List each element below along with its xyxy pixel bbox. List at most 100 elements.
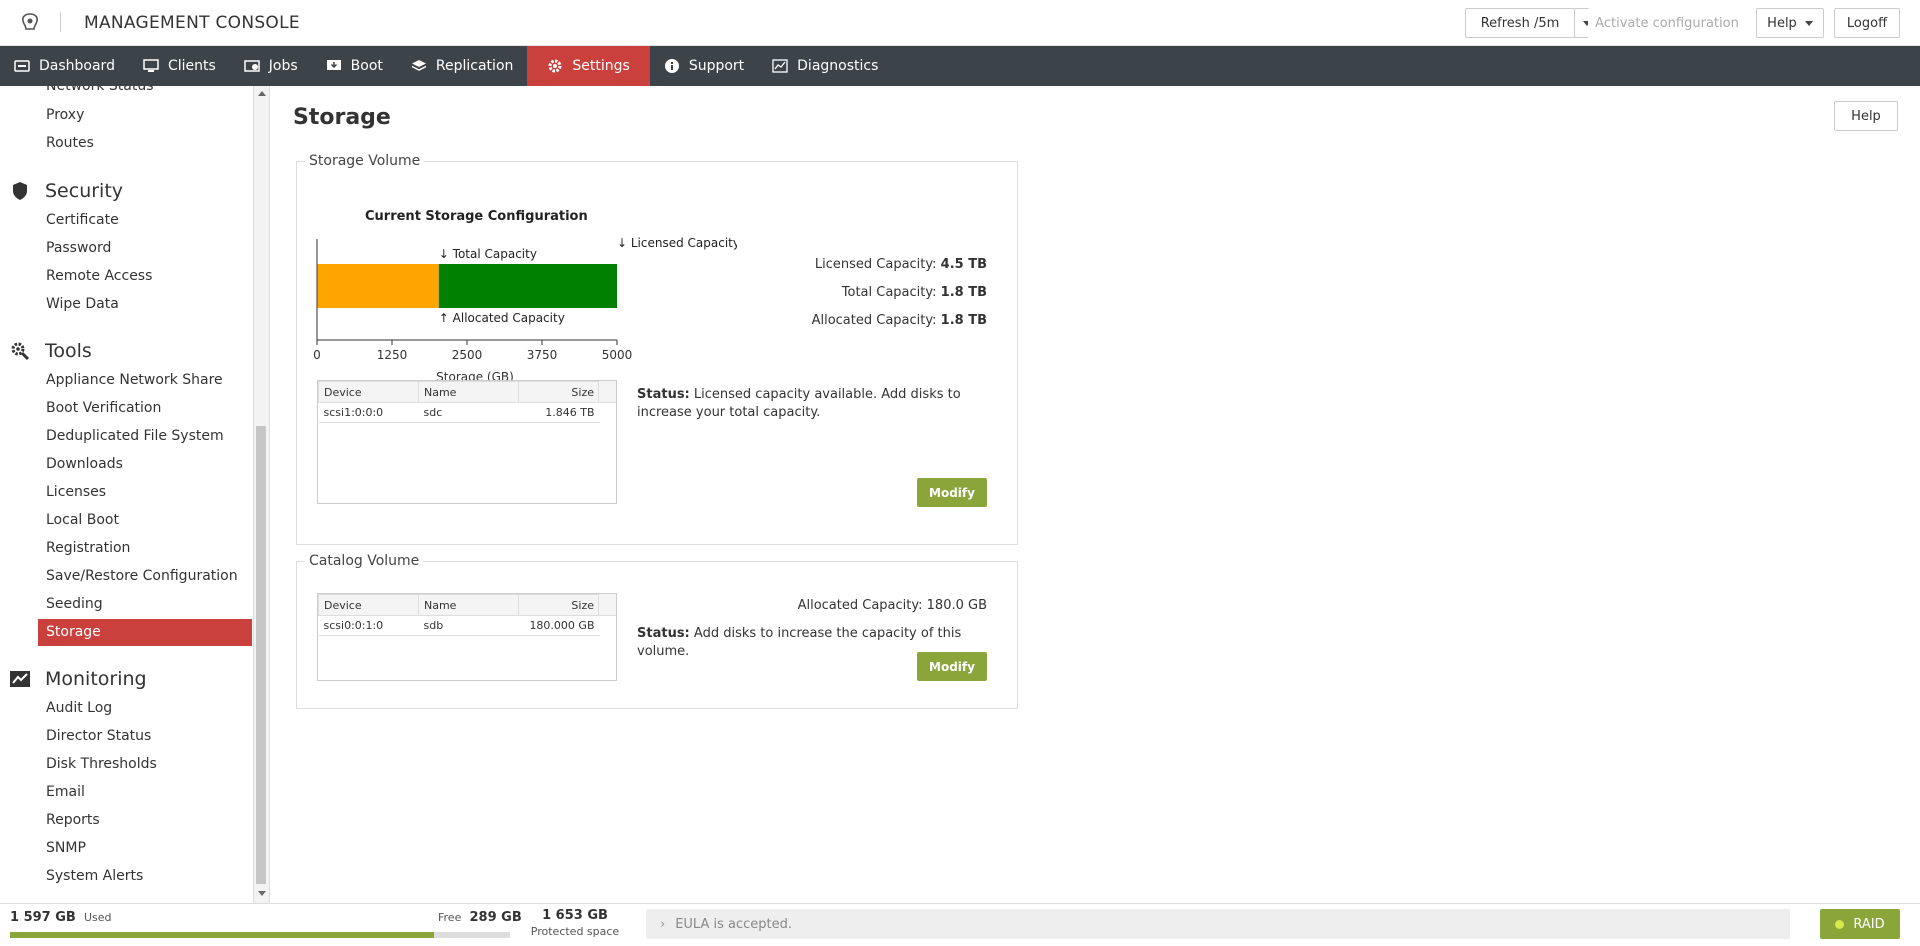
x-tick-label: 3750 [527,348,558,362]
sidebar-item-wipe-data[interactable]: Wipe Data [38,291,252,318]
sidebar-scrollbar[interactable] [253,86,269,903]
page-help-button[interactable]: Help [1834,101,1898,131]
licensed-capacity-row: Licensed Capacity: 4.5 TB [814,257,987,272]
sidebar-item-deduplicated-file-system[interactable]: Deduplicated File System [38,423,252,450]
sidebar-group-monitoring: Monitoring [10,668,147,690]
x-tick-label: 1250 [377,348,408,362]
sidebar-item-snmp[interactable]: SNMP [38,835,252,862]
sidebar: Network Status Proxy Routes Security Cer… [0,86,270,903]
header-divider [60,12,61,32]
status-footer: 1 597 GB Used Free 289 GB 1 653 GB Prote… [0,903,1920,946]
refresh-label: Refresh /5m [1480,15,1560,31]
nav-diagnostics[interactable]: Diagnostics [758,46,892,86]
protected-space: 1 653 GB Protected space [530,908,620,938]
sidebar-item-licenses[interactable]: Licenses [38,479,252,506]
nav-settings[interactable]: Settings [527,46,650,86]
col-device[interactable]: Device [318,381,419,403]
x-tick-label: 0 [313,348,321,362]
sidebar-item-downloads[interactable]: Downloads [38,451,252,478]
catalog-allocated-row: Allocated Capacity: 180.0 GB [797,598,987,613]
sidebar-item-routes[interactable]: Routes [38,130,252,157]
table-header-filler [598,381,616,403]
eula-status-bar[interactable]: › EULA is accepted. [646,909,1790,939]
sidebar-scroll-thumb[interactable] [256,426,266,884]
info-icon [664,59,680,73]
tools-icon [10,341,30,361]
marker-total-capacity: ↓ Total Capacity [439,247,537,261]
sidebar-item-system-alerts[interactable]: System Alerts [38,863,252,890]
nav-boot[interactable]: Boot [312,46,397,86]
nav-jobs[interactable]: Jobs [230,46,312,86]
col-size[interactable]: Size [518,381,600,403]
sidebar-item-audit-log[interactable]: Audit Log [38,695,252,722]
sidebar-item-registration[interactable]: Registration [38,535,252,562]
table-header-filler [598,594,616,616]
storage-chart: 0 1250 2500 3750 5000Storage (GB)↓ Total Cap… [313,236,737,384]
main-content: Storage Help Storage Volume Current Stor… [271,86,1920,903]
sidebar-group-tools: Tools [10,340,92,362]
sidebar-item-remote-access[interactable]: Remote Access [38,263,252,290]
sidebar-item-seeding[interactable]: Seeding [38,591,252,618]
scroll-down-icon[interactable] [258,891,266,896]
sidebar-item-certificate[interactable]: Certificate [38,207,252,234]
sidebar-item-email[interactable]: Email [38,779,252,806]
storage-device-table: Device Name Size scsi1:0:0:0 sdc 1.846 T… [317,380,617,504]
table-row[interactable]: scsi1:0:0:0 sdc 1.846 TB [318,402,600,423]
sidebar-group-security: Security [10,180,123,202]
bar-allocated-capacity [317,264,439,308]
storage-status: Status: Licensed capacity available. Add… [637,387,961,420]
sidebar-item-proxy[interactable]: Proxy [38,102,252,129]
sidebar-item-storage[interactable]: Storage [38,619,252,646]
used-space: 1 597 GB Used [10,910,112,925]
total-capacity-row: Total Capacity: 1.8 TB [841,285,987,300]
usage-progress-fill [10,932,434,938]
chevron-down-icon [1804,20,1813,26]
jobs-icon [244,59,260,73]
app-header: MANAGEMENT CONSOLE Refresh /5m Activate … [0,0,1920,46]
table-row[interactable]: scsi0:0:1:0 sdb 180.000 GB [318,615,600,636]
activate-configuration-button[interactable]: Activate configuration [1588,8,1746,38]
header-help-button[interactable]: Help [1756,8,1824,38]
allocated-capacity-row: Allocated Capacity: 1.8 TB [811,313,987,328]
col-name[interactable]: Name [418,381,519,403]
marker-allocated-capacity: ↑ Allocated Capacity [439,311,565,325]
dashboard-icon [14,59,30,73]
diagnostics-icon [772,59,788,73]
scroll-up-icon[interactable] [258,91,266,96]
nav-dashboard[interactable]: Dashboard [0,46,129,86]
page-title: Storage [293,105,391,130]
sidebar-item-local-boot[interactable]: Local Boot [38,507,252,534]
sidebar-item-reports[interactable]: Reports [38,807,252,834]
chevron-right-icon: › [660,916,666,932]
shield-icon [10,181,30,201]
sidebar-item-save-restore-configuration[interactable]: Save/Restore Configuration [38,563,252,590]
col-size[interactable]: Size [518,594,600,616]
chart-title: Current Storage Configuration [365,209,588,224]
logoff-button[interactable]: Logoff [1834,8,1900,38]
refresh-button[interactable]: Refresh /5m [1465,8,1575,38]
catalog-modify-button[interactable]: Modify [917,652,987,681]
nav-replication[interactable]: Replication [397,46,527,86]
sidebar-item-director-status[interactable]: Director Status [38,723,252,750]
nav-clients[interactable]: Clients [129,46,230,86]
boot-icon [326,59,342,73]
col-name[interactable]: Name [418,594,519,616]
catalog-device-table: Device Name Size scsi0:0:1:0 sdb 180.000… [317,593,617,681]
free-space: Free 289 GB [438,910,522,925]
catalog-volume-legend: Catalog Volume [309,553,420,569]
chart-line-icon [10,669,30,689]
main-nav: Dashboard Clients Jobs Boot Replication … [0,46,1920,86]
storage-modify-button[interactable]: Modify [917,478,987,507]
app-title: MANAGEMENT CONSOLE [84,13,300,33]
sidebar-item-network-status[interactable]: Network Status [38,86,252,100]
col-device[interactable]: Device [318,594,419,616]
sidebar-item-password[interactable]: Password [38,235,252,262]
storage-volume-panel: Storage Volume Current Storage Configura… [296,153,1018,545]
sidebar-item-appliance-network-share[interactable]: Appliance Network Share [38,367,252,394]
sidebar-item-disk-thresholds[interactable]: Disk Thresholds [38,751,252,778]
logo-icon [22,13,38,30]
x-tick-label: 2500 [452,348,483,362]
nav-support[interactable]: Support [650,46,758,86]
raid-status-button[interactable]: RAID [1820,909,1900,939]
sidebar-item-boot-verification[interactable]: Boot Verification [38,395,252,422]
